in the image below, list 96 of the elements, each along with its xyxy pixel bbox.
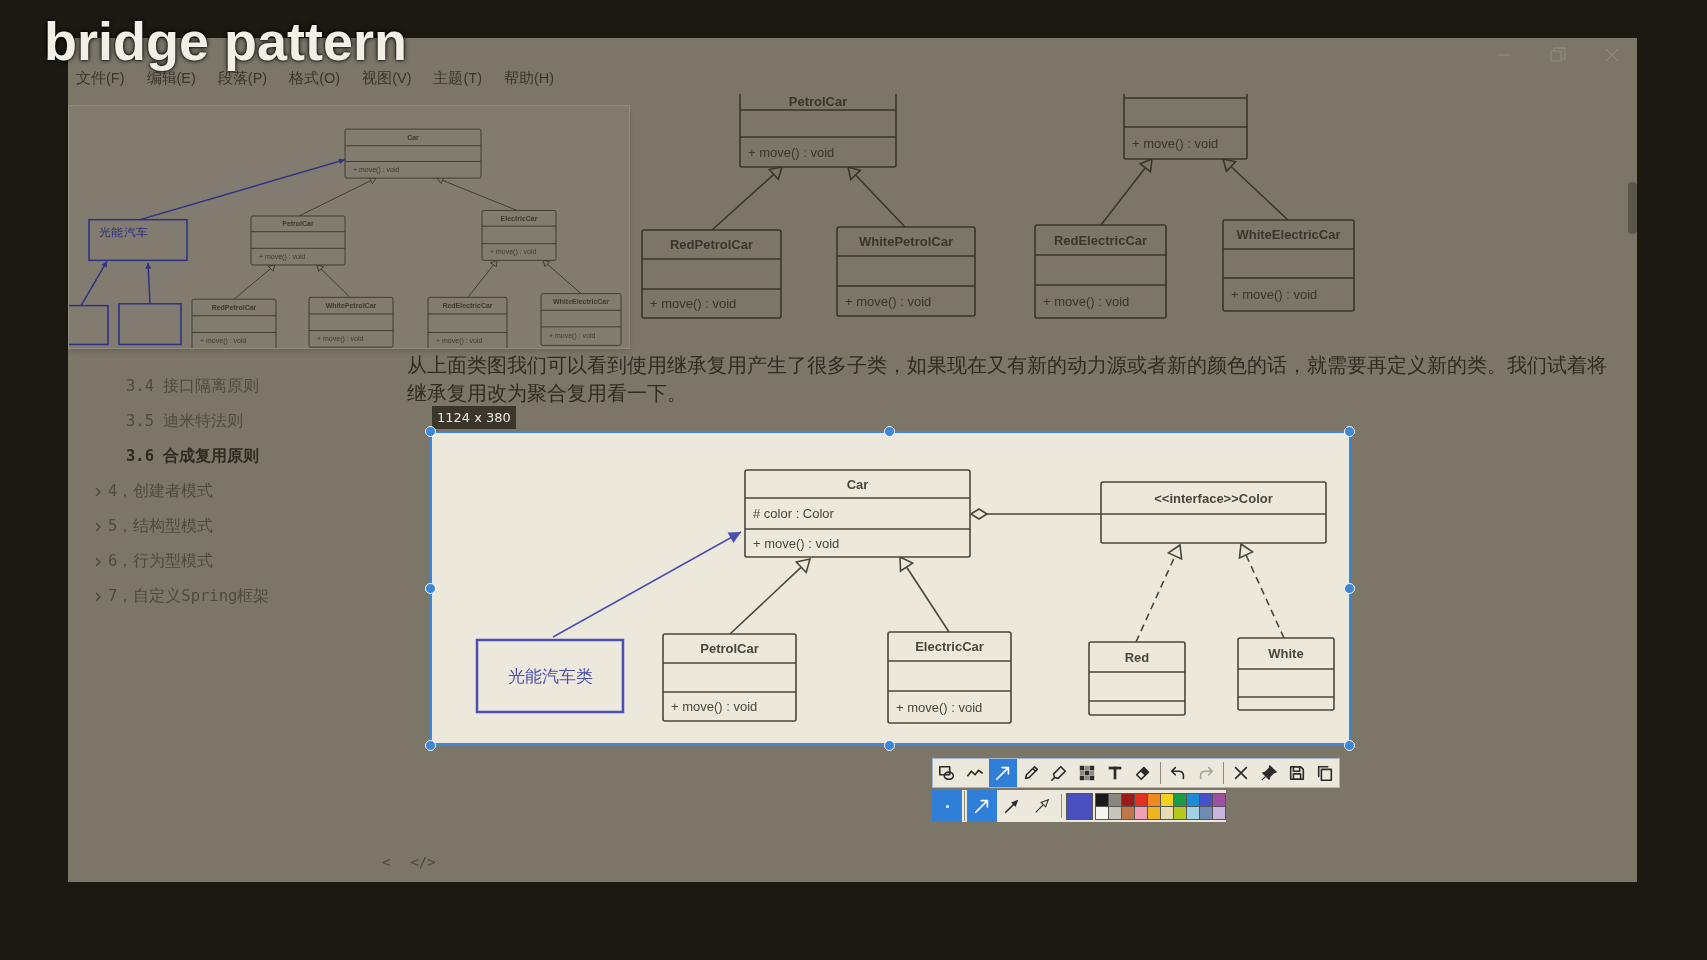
color-swatch[interactable] [1122, 806, 1134, 819]
class-method: + move() : void [1043, 294, 1130, 310]
nav-button[interactable]: </> [410, 852, 436, 873]
paragraph: 从上面类图我们可以看到使用继承复用产生了很多子类，如果现在又有新的动力源或者新的颜色的话，就需要再定义新的类。我们试着将继承复用改为聚合复用看一下。 [407, 353, 1607, 406]
mosaic-icon [1078, 764, 1096, 782]
color-swatch[interactable] [1213, 793, 1225, 806]
class-method: + move() : void [1132, 135, 1219, 151]
inheritance-arrow [846, 165, 906, 228]
save-icon [1288, 764, 1306, 782]
class-method: + move() : void [753, 535, 840, 551]
color-swatch[interactable] [1213, 806, 1225, 819]
menu-item[interactable]: 主题(T) [433, 68, 482, 94]
class-method: + move() : void [1231, 287, 1318, 303]
chevron-icon[interactable] [94, 521, 102, 532]
class-name: RedElectricCar [1053, 232, 1148, 248]
class-method: + move() : void [748, 144, 835, 160]
association-arrow [80, 260, 108, 307]
color-swatch[interactable] [1187, 806, 1199, 819]
menu-item[interactable]: 视图(V) [362, 68, 412, 94]
class-name: RedPetrolCar [669, 237, 754, 253]
color-swatch[interactable] [1096, 793, 1108, 806]
color-swatch[interactable] [1109, 793, 1121, 806]
association-arrow [145, 262, 152, 305]
color-swatch[interactable] [1161, 793, 1173, 806]
arrow-icon [994, 764, 1012, 782]
menu-item[interactable]: 帮助(H) [504, 68, 555, 94]
undo-icon [1169, 764, 1187, 782]
menu-item[interactable]: 格式(O) [289, 68, 341, 94]
class-name: WhitePetrolCar [859, 234, 953, 250]
resize-handle[interactable] [1344, 583, 1355, 594]
inheritance-arrow [316, 264, 351, 298]
arrow-icon [973, 797, 991, 815]
class-method: + move() : void [650, 296, 737, 312]
inheritance-arrow [467, 259, 498, 298]
marker-icon [1050, 764, 1068, 782]
color-swatch[interactable] [1122, 793, 1134, 806]
resize-handle[interactable] [884, 740, 895, 751]
menu-item[interactable]: 文件(F) [76, 68, 125, 94]
copy-icon [1316, 764, 1334, 782]
class-name: PetrolCar [788, 94, 848, 109]
note-text: 光能汽车 [99, 226, 149, 239]
color-swatch[interactable] [1135, 806, 1147, 819]
redo-icon [1197, 764, 1215, 782]
resize-handle[interactable] [425, 583, 436, 594]
inheritance-arrow [233, 264, 276, 300]
color-swatch[interactable] [1174, 793, 1186, 806]
class-name: PetrolCar [700, 641, 759, 657]
color-swatch[interactable] [1109, 806, 1121, 819]
chevron-icon[interactable] [94, 556, 102, 567]
class-method: + move() : void [845, 293, 932, 309]
note-text: 光能汽车类 [507, 666, 593, 686]
note-box [118, 303, 182, 346]
eraser-icon [1134, 764, 1152, 782]
resize-handle[interactable] [1344, 740, 1355, 751]
scrollbar-thumb[interactable] [1628, 182, 1637, 234]
class-name: Red [1124, 649, 1150, 665]
color-swatch[interactable] [1161, 806, 1173, 819]
class-name: Car [846, 476, 869, 492]
size-label: 1124 x 380 [432, 406, 516, 429]
class-method: + move() : void [671, 699, 758, 715]
color-swatch[interactable] [1148, 806, 1160, 819]
color-swatch[interactable] [1187, 793, 1199, 806]
chevron-icon[interactable] [94, 486, 102, 497]
outline-item[interactable]: 3.6 合成复用原则 [126, 444, 260, 469]
outline-arrow-icon [1033, 797, 1051, 815]
class-name: WhiteElectricCar [1236, 227, 1341, 243]
rectangle-circle-icon [938, 764, 956, 782]
filled-arrow-icon [1003, 797, 1021, 815]
class-attribute: # color : Color [753, 506, 834, 522]
color-swatch[interactable] [1096, 806, 1108, 819]
class-name: White [1268, 646, 1304, 662]
current-color-swatch[interactable] [1066, 792, 1093, 820]
resize-handle[interactable] [425, 426, 436, 437]
close-icon [1232, 764, 1250, 782]
class-name: <<interface>>Color [1154, 490, 1273, 506]
class-name: ElectricCar [915, 639, 984, 655]
inheritance-arrow [542, 259, 582, 295]
class-method: + move() : void [896, 699, 983, 715]
pencil-icon [1022, 764, 1040, 782]
chevron-icon[interactable] [94, 591, 102, 602]
capture-area[interactable]: Car # color : Color + move() : void <<interface>>Color 光能汽车类 PetrolCar + move() : void ElectricCar + move() : void Red White [430, 431, 1351, 745]
color-swatch[interactable] [1200, 806, 1212, 819]
resize-handle[interactable] [425, 740, 436, 751]
color-swatch[interactable] [1200, 793, 1212, 806]
color-swatch[interactable] [1148, 793, 1160, 806]
color-swatch[interactable] [1174, 806, 1186, 819]
color-swatch[interactable] [1135, 793, 1147, 806]
dot-icon [945, 804, 949, 808]
note-box [69, 304, 109, 346]
inheritance-arrow [1100, 157, 1153, 226]
nav-button[interactable]: < [382, 852, 391, 873]
resize-handle[interactable] [884, 426, 895, 437]
text-tool-icon [1106, 764, 1124, 782]
inheritance-arrow [1221, 157, 1289, 221]
pin-icon [1260, 764, 1278, 782]
resize-handle[interactable] [1344, 426, 1355, 437]
